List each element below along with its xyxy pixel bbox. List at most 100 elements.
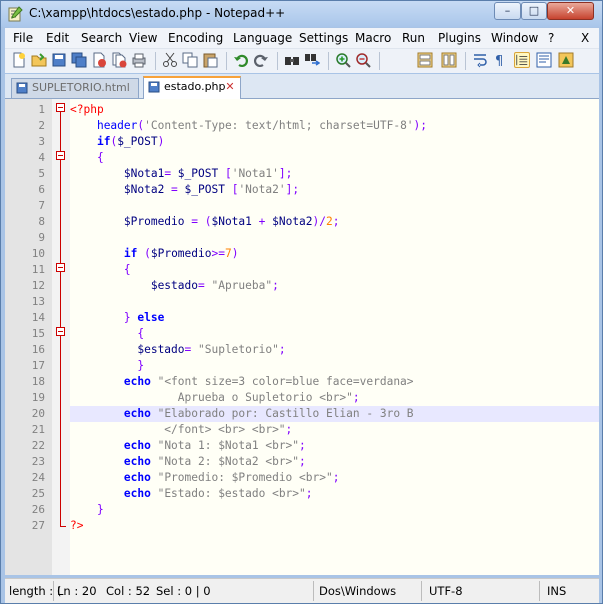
code-line[interactable]: $estado= "Supletorio"; <box>70 342 285 358</box>
menu-macro[interactable]: Macro <box>355 31 391 45</box>
status-insert-mode[interactable]: INS <box>547 584 566 598</box>
line-number: 10 <box>31 247 45 260</box>
code-line[interactable]: echo "Nota 1: $Nota1 <br>"; <box>70 438 306 454</box>
save-icon[interactable] <box>51 52 67 68</box>
code-line[interactable]: header('Content-Type: text/html; charset… <box>70 118 427 134</box>
code-line[interactable]: <?php <box>70 102 104 118</box>
cut-icon[interactable] <box>162 52 178 68</box>
code-line[interactable]: $Nota2 = $_POST ['Nota2']; <box>70 182 299 198</box>
code-token: 2 <box>326 215 333 228</box>
tab-supletorio-html[interactable]: SUPLETORIO.html <box>11 78 139 98</box>
line-number-gutter: 1 2 3 4 5 6 7 8 9 10 11 12 13 14 15 16 17 18 19 20 21 22 23 24 2… <box>5 99 52 575</box>
minimize-button[interactable]: – <box>494 2 521 20</box>
zoom-in-icon[interactable] <box>335 52 351 68</box>
code-line[interactable]: } else <box>70 310 164 326</box>
find-icon[interactable] <box>284 52 300 68</box>
status-eol[interactable]: Dos\Windows <box>319 584 396 598</box>
code-line[interactable]: echo "Elaborado por: Castillo Elian - 3r… <box>70 406 414 422</box>
fold-margin[interactable] <box>52 99 70 575</box>
code-line[interactable]: $estado= "Aprueba"; <box>70 278 279 294</box>
document-map-icon[interactable] <box>536 52 552 68</box>
code-line[interactable]: } <box>70 358 144 374</box>
line-number: 9 <box>38 231 45 244</box>
code-token: ; <box>305 487 313 500</box>
code-token: ; <box>332 471 340 484</box>
notepadpp-window: C:\xampp\htdocs\estado.php - Notepad++ –… <box>0 0 603 604</box>
code-token: <?php <box>70 103 104 116</box>
code-line[interactable]: if ($Promedio>=7) <box>70 246 239 262</box>
code-line[interactable]: echo "Promedio: $Promedio <br>"; <box>70 470 340 486</box>
code-line[interactable]: </font> <br> <br>"; <box>70 422 292 438</box>
save-all-icon[interactable] <box>71 52 87 68</box>
code-line[interactable]: { <box>70 326 144 342</box>
code-line[interactable]: { <box>70 150 104 166</box>
line-number: 25 <box>31 487 45 500</box>
fold-toggle-icon[interactable] <box>56 151 65 160</box>
zoom-out-icon[interactable] <box>355 52 371 68</box>
fold-toggle-icon[interactable] <box>56 327 65 336</box>
replace-icon[interactable] <box>304 52 320 68</box>
code-line[interactable]: echo "<font size=3 color=blue face=verda… <box>70 374 414 390</box>
menu-close-doc[interactable]: X <box>581 31 589 45</box>
status-encoding[interactable]: UTF-8 <box>429 584 463 598</box>
code-token: ?> <box>70 519 84 532</box>
code-line[interactable]: } <box>70 502 104 518</box>
close-icon[interactable] <box>91 52 107 68</box>
menu-search[interactable]: Search <box>81 31 122 45</box>
code-token: "<font size=3 color=blue face=verdana> <box>150 375 414 388</box>
code-line[interactable]: { <box>70 262 131 278</box>
window-title: C:\xampp\htdocs\estado.php - Notepad++ <box>29 6 286 20</box>
close-window-button[interactable]: ✕ <box>547 2 594 20</box>
menu-file[interactable]: File <box>13 31 33 45</box>
close-all-icon[interactable] <box>111 52 127 68</box>
code-line[interactable]: $Nota1= $_POST ['Nota1']; <box>70 166 292 182</box>
undo-icon[interactable] <box>233 52 249 68</box>
menu-run[interactable]: Run <box>402 31 425 45</box>
menu-plugins[interactable]: Plugins <box>438 31 481 45</box>
tab-label: estado.php <box>164 80 226 93</box>
tab-estado-php[interactable]: estado.php ✕ <box>143 76 241 99</box>
code-line[interactable]: echo "Estado: $estado <br>"; <box>70 486 313 502</box>
code-line[interactable]: echo "Nota 2: $Nota2 <br>"; <box>70 454 306 470</box>
code-line[interactable]: ?> <box>70 518 83 534</box>
function-list-icon[interactable] <box>558 52 574 68</box>
menu-view[interactable]: View <box>129 31 157 45</box>
code-line[interactable]: Aprueba o Supletorio <br>"; <box>70 390 360 406</box>
code-line[interactable]: if($_POST) <box>70 134 164 150</box>
print-icon[interactable] <box>131 52 147 68</box>
paste-icon[interactable] <box>202 52 218 68</box>
code-area[interactable]: <?php header('Content-Type: text/html; c… <box>70 99 599 575</box>
indent-guide-icon[interactable] <box>514 52 530 68</box>
menu-edit[interactable]: Edit <box>46 31 69 45</box>
sync-horizontal-icon[interactable] <box>441 52 457 68</box>
menu-settings[interactable]: Settings <box>299 31 348 45</box>
redo-icon[interactable] <box>253 52 269 68</box>
code-token: "Promedio: $Promedio <br>" <box>150 471 333 484</box>
fold-toggle-icon[interactable] <box>56 103 65 112</box>
tab-close-icon[interactable]: ✕ <box>224 81 236 93</box>
fold-toggle-icon[interactable] <box>56 263 65 272</box>
code-token: echo <box>123 439 151 452</box>
line-number: 5 <box>38 167 45 180</box>
copy-icon[interactable] <box>182 52 198 68</box>
menu-help[interactable]: ? <box>548 31 554 45</box>
menu-window[interactable]: Window <box>491 31 538 45</box>
new-file-icon[interactable] <box>11 52 27 68</box>
code-line[interactable]: $Promedio = ($Nota1 + $Nota2)/2; <box>70 214 340 230</box>
code-editor[interactable]: 1 2 3 4 5 6 7 8 9 10 11 12 13 14 15 16 17 18 19 20 21 22 23 24 2… <box>5 99 599 575</box>
sync-vertical-icon[interactable] <box>417 52 433 68</box>
code-token: $Nota1 <box>123 167 165 180</box>
show-all-chars-icon[interactable]: ¶ <box>492 52 508 68</box>
open-file-icon[interactable] <box>31 52 47 68</box>
word-wrap-icon[interactable] <box>472 52 488 68</box>
menu-language[interactable]: Language <box>233 31 292 45</box>
maximize-button[interactable]: □ <box>521 2 547 20</box>
toolbar: ¶ <box>5 48 599 73</box>
status-separator <box>421 581 422 601</box>
menu-encoding[interactable]: Encoding <box>168 31 223 45</box>
